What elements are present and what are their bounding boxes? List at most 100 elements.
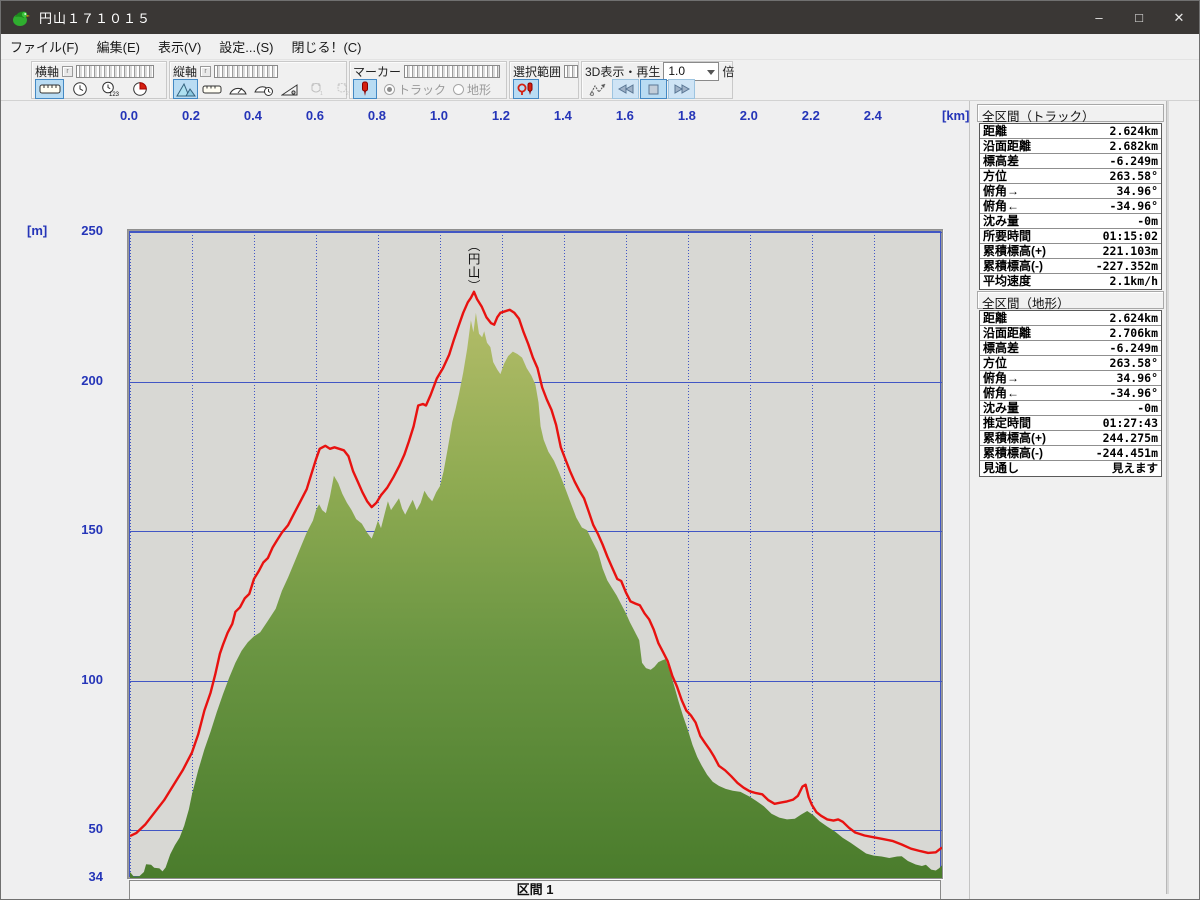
stat-row: 方位263.58°: [980, 169, 1161, 184]
x-axis-scale-mini-button[interactable]: r: [62, 66, 73, 77]
stat-value: 2.624km: [1110, 311, 1161, 325]
y-axis-group-label: 縦軸: [173, 63, 197, 80]
close-button[interactable]: ✕: [1159, 1, 1199, 34]
track-summary-table: 距離2.624km沿面距離2.682km標高差-6.249m方位263.58°俯…: [979, 123, 1162, 290]
y-axis-tick: 200: [57, 373, 103, 388]
marker-pen-icon: [360, 81, 370, 97]
stats-panel: 全区間（トラック） 距離2.624km沿面距離2.682km標高差-6.249m…: [969, 101, 1200, 900]
marker-button[interactable]: [353, 79, 377, 99]
stat-label: 沈み量: [980, 214, 1019, 228]
marker-target-terrain-radio[interactable]: 地形: [453, 81, 491, 98]
stop-button[interactable]: [640, 79, 667, 99]
stat-row: 標高差-6.249m: [980, 341, 1161, 356]
toolbar-group-selection: 選択範囲: [509, 61, 579, 99]
stat-value: 見えます: [1112, 461, 1161, 476]
stat-value: -227.352m: [1096, 259, 1161, 273]
stat-value: 01:15:02: [1103, 229, 1161, 243]
x-axis-tick: 0.4: [236, 108, 270, 123]
x-axis-tick: 0.8: [360, 108, 394, 123]
menu-item-1[interactable]: 編集(E): [88, 33, 149, 60]
x-axis-tick: 2.0: [732, 108, 766, 123]
ruler-icon: [39, 83, 61, 95]
radio-label: 地形: [467, 81, 491, 98]
stat-value: -244.451m: [1096, 446, 1161, 460]
y-axis-scale-slider[interactable]: [214, 65, 278, 78]
toolbar-group-marker: マーカー トラック 地形: [349, 61, 507, 99]
stat-row: 沿面距離2.682km: [980, 139, 1161, 154]
y-axis-plug-a-button[interactable]: 1: [303, 79, 328, 99]
stat-value: -0m: [1137, 401, 1161, 415]
stop-icon: [648, 84, 659, 95]
stat-label: 累積標高(+): [980, 431, 1046, 445]
peak-annotation: （円山）: [464, 239, 483, 293]
stat-label: 累積標高(+): [980, 244, 1046, 258]
stat-label: 累積標高(-): [980, 259, 1043, 273]
menu-item-3[interactable]: 設定...(S): [210, 33, 282, 60]
chevron-down-icon: [707, 70, 715, 75]
toolbar: 横軸 r 123 縦軸 r: [1, 60, 1200, 101]
svg-text:1: 1: [320, 91, 323, 96]
x-axis-tick: 2.2: [794, 108, 828, 123]
fast-forward-icon: [674, 84, 690, 94]
stat-row: 距離 2.624km: [980, 311, 1161, 326]
stat-label: 距離: [980, 311, 1007, 325]
stat-row: 沈み量-0m: [980, 214, 1161, 229]
minimize-button[interactable]: –: [1079, 1, 1119, 34]
stat-label: 見通し: [980, 461, 1019, 476]
stat-value: 2.682km: [1110, 139, 1161, 153]
playback-speed-value: 1.0: [668, 64, 685, 78]
x-axis-tick: 0.6: [298, 108, 332, 123]
x-axis-time-number-button[interactable]: 123: [95, 79, 124, 99]
x-axis-time-button[interactable]: [65, 79, 94, 99]
y-axis-elevation-button[interactable]: [173, 79, 198, 99]
x-axis-tick: 0.2: [174, 108, 208, 123]
y-axis-tick: 100: [57, 672, 103, 687]
clock-icon: [72, 81, 88, 97]
x-axis-tick: 1.0: [422, 108, 456, 123]
stat-label: 俯角→: [980, 184, 1019, 198]
x-axis-tick: 1.4: [546, 108, 580, 123]
3d-path-button[interactable]: [585, 79, 611, 99]
svg-text:123: 123: [109, 92, 119, 97]
window-title: 円山１７１０１５: [39, 8, 151, 27]
stat-value: 2.624km: [1110, 124, 1161, 138]
menu-item-4[interactable]: 閉じる！(C): [282, 33, 370, 60]
terrain-summary-table: 距離2.624km沿面距離2.706km標高差-6.249m方位263.58°俯…: [979, 310, 1162, 477]
plug-icon: 1: [308, 82, 324, 96]
y-axis-tick: 150: [57, 522, 103, 537]
toolbar-group-3d: 3D表示・再生 1.0 倍: [581, 61, 733, 99]
elevation-profile-svg: [130, 232, 942, 878]
rewind-icon: [618, 84, 634, 94]
stat-label: 俯角→: [980, 371, 1019, 385]
selection-range-button[interactable]: [513, 79, 539, 99]
maximize-button[interactable]: □: [1119, 1, 1159, 34]
stat-row: 標高差-6.249m: [980, 154, 1161, 169]
terrain-summary-header: 全区間（地形）: [977, 291, 1164, 309]
elevation-plot[interactable]: [129, 231, 941, 877]
y-axis-pace-button[interactable]: [251, 79, 276, 99]
stat-value: -34.96°: [1110, 199, 1161, 213]
3d-path-icon: [589, 82, 607, 97]
x-axis-distance-button[interactable]: [35, 79, 64, 99]
y-axis-distance-button[interactable]: [199, 79, 224, 99]
y-axis-tick: 250: [57, 223, 103, 238]
stat-value: 2.706km: [1110, 326, 1161, 340]
stat-row: 俯角→ 34.96°: [980, 371, 1161, 386]
stat-label: 標高差: [980, 341, 1019, 355]
marker-slider[interactable]: [404, 65, 500, 78]
x-axis-time-pie-button[interactable]: [125, 79, 154, 99]
selection-slider[interactable]: [564, 65, 578, 78]
stat-value: 34.96°: [1116, 371, 1161, 385]
fast-forward-button[interactable]: [668, 79, 695, 99]
menu-item-2[interactable]: 表示(V): [149, 33, 210, 60]
y-axis-speed-button[interactable]: [225, 79, 250, 99]
rewind-button[interactable]: [612, 79, 639, 99]
marker-target-track-radio[interactable]: トラック: [384, 81, 446, 98]
y-axis-scale-mini-button[interactable]: r: [200, 66, 211, 77]
x-axis-scale-slider[interactable]: [76, 65, 154, 78]
menu-item-0[interactable]: ファイル(F): [1, 33, 88, 60]
stat-label: 方位: [980, 356, 1007, 370]
stat-label: 標高差: [980, 154, 1019, 168]
stat-value: 263.58°: [1110, 356, 1161, 370]
y-axis-slope-button[interactable]: [277, 79, 302, 99]
